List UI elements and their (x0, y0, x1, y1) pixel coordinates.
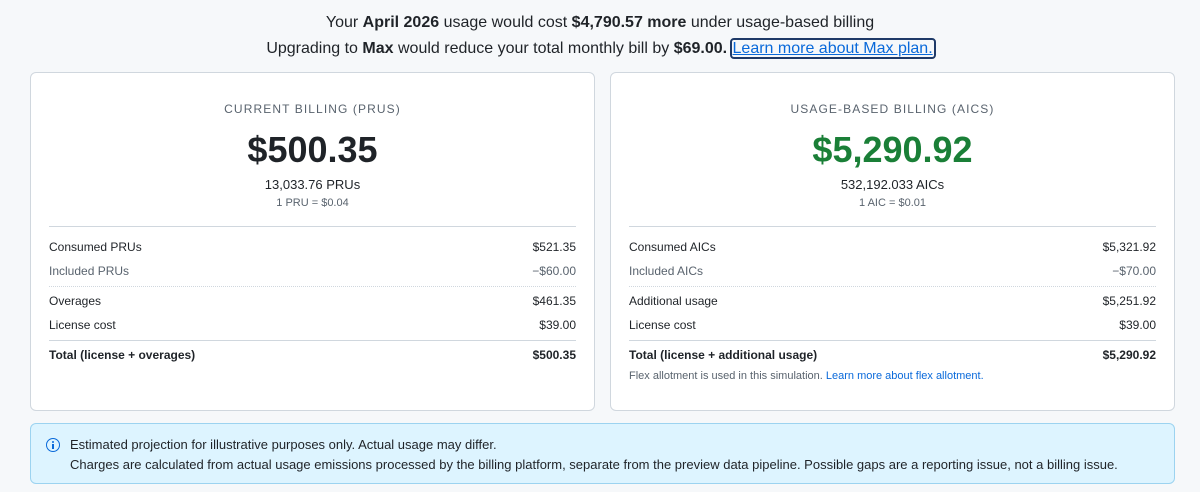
row-license: License cost $39.00 (629, 318, 1156, 332)
notice-line-2: Charges are calculated from actual usage… (70, 457, 1118, 472)
upgrade-mid: would reduce your total monthly bill by (397, 40, 670, 57)
usage-billing-card: USAGE-BASED BILLING (AICS) $5,290.92 532… (610, 72, 1175, 411)
current-billing-card: CURRENT BILLING (PRUS) $500.35 13,033.76… (30, 72, 595, 411)
summary-prefix: Your (325, 14, 359, 31)
card-rate: 1 PRU = $0.04 (276, 197, 349, 209)
row-value: $5,251.92 (1102, 294, 1156, 308)
row-value: $500.35 (532, 348, 576, 362)
estimate-notice: Estimated projection for illustrative pu… (30, 423, 1175, 484)
flex-allotment-note: Flex allotment is used in this simulatio… (629, 370, 984, 382)
row-label: Included AICs (629, 264, 704, 278)
summary-cost-line: Your April 2026 usage would cost $4,790.… (0, 14, 1200, 32)
row-value: $39.00 (539, 318, 576, 332)
row-additional-usage: Additional usage $5,251.92 (629, 294, 1156, 308)
row-overages: Overages $461.35 (49, 294, 576, 308)
row-label: Total (license + additional usage) (629, 348, 818, 362)
row-included: Included AICs −$70.00 (629, 264, 1156, 278)
summary-mid: usage would cost (443, 14, 568, 31)
flex-allotment-link[interactable]: Learn more about flex allotment. (826, 370, 984, 382)
divider (629, 286, 1156, 287)
row-total: Total (license + overages) $500.35 (49, 348, 576, 362)
row-label: Consumed PRUs (49, 240, 142, 254)
row-license: License cost $39.00 (49, 318, 576, 332)
row-value: $39.00 (1119, 318, 1156, 332)
notice-line-1: Estimated projection for illustrative pu… (70, 437, 497, 452)
divider (629, 340, 1156, 341)
summary-upgrade-line: Upgrading to Max would reduce your total… (0, 38, 1200, 59)
card-units: 532,192.033 AICs (840, 177, 945, 192)
divider (49, 286, 576, 287)
card-amount: $5,290.92 (812, 129, 973, 170)
card-rate: 1 AIC = $0.01 (859, 197, 926, 209)
row-label: License cost (629, 318, 696, 332)
divider (629, 226, 1156, 227)
card-units: 13,033.76 PRUs (264, 177, 361, 192)
row-consumed: Consumed AICs $5,321.92 (629, 240, 1156, 254)
row-label: Included PRUs (49, 264, 130, 278)
row-total: Total (license + additional usage) $5,29… (629, 348, 1156, 362)
card-title: USAGE-BASED BILLING (AICS) (790, 102, 995, 116)
row-label: Overages (49, 294, 102, 308)
divider (49, 340, 576, 341)
summary-extra-cost: $4,790.57 more (571, 14, 687, 31)
row-value: $5,321.92 (1102, 240, 1156, 254)
row-value: $461.35 (532, 294, 576, 308)
row-value: $5,290.92 (1102, 348, 1156, 362)
row-label: License cost (49, 318, 116, 332)
divider (49, 226, 576, 227)
learn-more-max-link[interactable]: Learn more about Max plan. (729, 38, 936, 59)
row-value: −$70.00 (1112, 264, 1156, 278)
summary-suffix: under usage-based billing (690, 14, 875, 31)
row-label: Total (license + overages) (49, 348, 196, 362)
card-title: CURRENT BILLING (PRUS) (224, 102, 401, 116)
card-amount: $500.35 (247, 129, 378, 170)
upgrade-savings: $69.00. (673, 40, 728, 57)
row-included: Included PRUs −$60.00 (49, 264, 576, 278)
upgrade-plan: Max (362, 40, 394, 57)
info-icon (46, 438, 60, 452)
row-label: Additional usage (629, 294, 718, 308)
summary-month: April 2026 (362, 14, 440, 31)
row-consumed: Consumed PRUs $521.35 (49, 240, 576, 254)
flex-note-text: Flex allotment is used in this simulatio… (629, 370, 823, 382)
row-value: $521.35 (532, 240, 576, 254)
row-label: Consumed AICs (629, 240, 716, 254)
upgrade-prefix: Upgrading to (266, 40, 358, 57)
row-value: −$60.00 (532, 264, 576, 278)
